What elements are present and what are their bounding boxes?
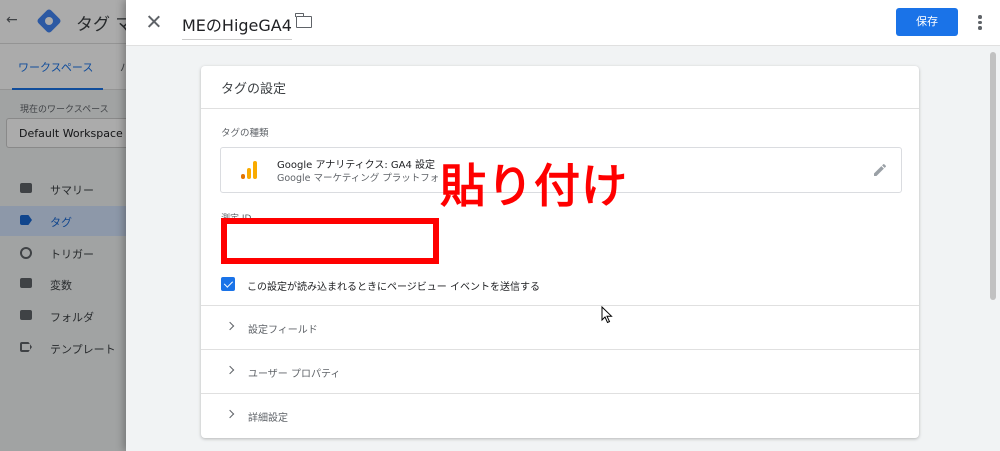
chevron-right-icon: [225, 409, 235, 419]
folder-icon[interactable]: [295, 13, 312, 28]
section-label: 設定フィールド: [248, 325, 318, 336]
send-pageview-label: この設定が読み込まれるときにページビュー イベントを送信する: [247, 282, 540, 293]
chevron-right-icon: [225, 365, 235, 375]
tag-configuration-card: タグの設定 タグの種類 Google アナリティクス: GA4 設定 Googl…: [201, 66, 919, 438]
chevron-right-icon: [225, 321, 235, 331]
send-pageview-checkbox[interactable]: [221, 277, 235, 291]
section-label: 詳細設定: [248, 413, 288, 424]
scrollbar[interactable]: [990, 52, 996, 300]
save-button[interactable]: 保存: [896, 8, 958, 36]
tag-name-field[interactable]: MEのHigeGA4: [182, 12, 292, 40]
mouse-cursor-icon: [601, 306, 613, 324]
pencil-icon[interactable]: [872, 162, 888, 178]
tag-type-label: タグの種類: [221, 128, 269, 139]
section-fields-to-set[interactable]: 設定フィールド: [201, 305, 919, 349]
google-analytics-icon: [241, 161, 259, 179]
section-advanced-settings[interactable]: 詳細設定: [201, 393, 919, 437]
measurement-id-input[interactable]: [221, 218, 439, 264]
card-title: タグの設定: [221, 82, 287, 97]
sheet-header: MEのHigeGA4 保存: [126, 0, 1000, 46]
tag-editor-sheet: MEのHigeGA4 保存 タグの設定 タグの種類 Google アナリティクス…: [126, 0, 1000, 451]
paste-annotation: 貼り付け: [440, 159, 628, 213]
more-vert-icon[interactable]: [974, 12, 986, 32]
tag-type-subtitle: Google マーケティング プラットフォ: [277, 173, 440, 184]
tag-type-name: Google アナリティクス: GA4 設定: [277, 160, 436, 171]
section-label: ユーザー プロパティ: [248, 369, 341, 380]
close-icon[interactable]: [144, 12, 164, 32]
divider: [201, 108, 919, 109]
section-user-properties[interactable]: ユーザー プロパティ: [201, 349, 919, 393]
